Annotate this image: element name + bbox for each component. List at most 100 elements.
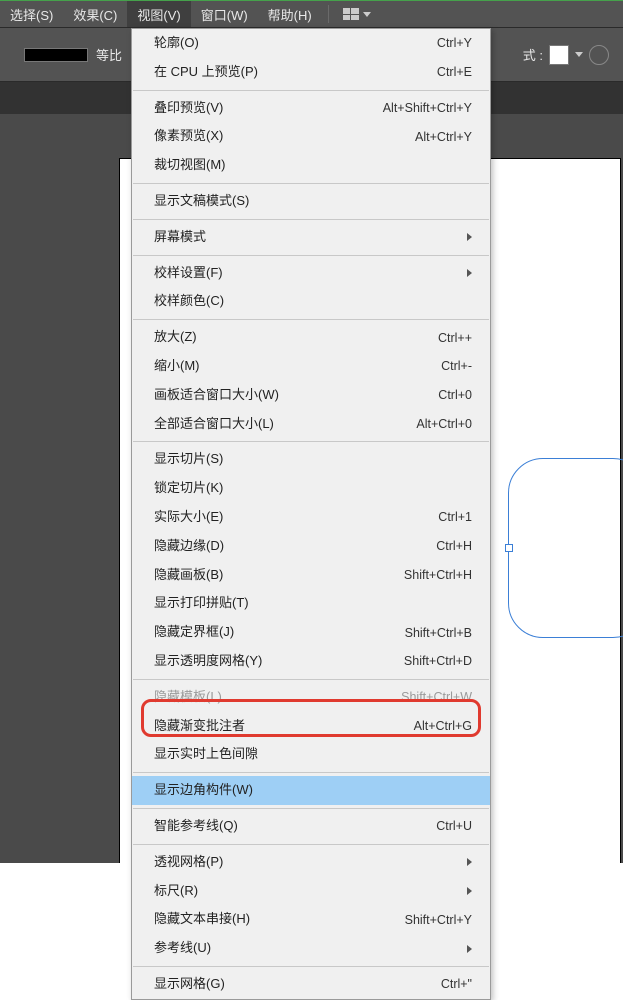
menu-item-label: 叠印预览(V): [154, 98, 223, 119]
appearance-icon[interactable]: [589, 45, 609, 65]
menu-item[interactable]: 显示切片(S): [132, 445, 490, 474]
menu-item-label: 显示文稿模式(S): [154, 191, 249, 212]
menu-item-label: 隐藏渐变批注者: [154, 716, 245, 737]
menu-item-shortcut: Ctrl+E: [437, 62, 472, 82]
menu-item[interactable]: 轮廓(O) Ctrl+Y: [132, 29, 490, 58]
view-menu-dropdown: 轮廓(O) Ctrl+Y 在 CPU 上预览(P) Ctrl+E 叠印预览(V) Alt+…: [131, 28, 491, 1000]
menu-item[interactable]: 缩小(M) Ctrl+-: [132, 352, 490, 381]
menu-item-label: 隐藏画板(B): [154, 565, 223, 586]
menu-item[interactable]: 裁切视图(M): [132, 151, 490, 180]
menu-item-label: 隐藏边缘(D): [154, 536, 224, 557]
menu-select[interactable]: 选择(S): [0, 1, 63, 27]
menu-item[interactable]: 显示文稿模式(S): [132, 187, 490, 216]
menu-effect[interactable]: 效果(C): [63, 1, 127, 27]
menu-item[interactable]: 锁定切片(K): [132, 474, 490, 503]
menu-item[interactable]: 屏幕模式: [132, 223, 490, 252]
menu-separator: [133, 966, 489, 967]
menu-item-label: 标尺(R): [154, 881, 198, 902]
fill-swatch[interactable]: [549, 45, 569, 65]
menu-separator: [133, 183, 489, 184]
menu-item-label: 像素预览(X): [154, 126, 223, 147]
submenu-arrow-icon: [467, 858, 472, 866]
menu-help[interactable]: 帮助(H): [258, 1, 322, 27]
menu-item[interactable]: 实际大小(E)Ctrl+1: [132, 503, 490, 532]
menu-separator: [133, 772, 489, 773]
menu-item-label: 屏幕模式: [154, 227, 206, 248]
menu-item-label: 显示透明度网格(Y): [154, 651, 262, 672]
menu-item-shortcut: Shift+Ctrl+H: [404, 565, 472, 585]
menu-item-shortcut: Ctrl+-: [441, 356, 472, 376]
menu-item[interactable]: 标尺(R): [132, 877, 490, 906]
menu-item[interactable]: 隐藏画板(B) Shift+Ctrl+H: [132, 561, 490, 590]
menu-item-label: 校样颜色(C): [154, 291, 224, 312]
menu-separator: [133, 679, 489, 680]
layout-switcher[interactable]: [335, 8, 379, 20]
menu-item[interactable]: 放大(Z) Ctrl++: [132, 323, 490, 352]
menu-item-shortcut: Shift+Ctrl+B: [405, 623, 472, 643]
style-label: 式 :: [523, 45, 543, 64]
menu-item-shortcut: Alt+Ctrl+0: [416, 414, 472, 434]
menu-view[interactable]: 视图(V): [127, 1, 190, 27]
menu-item-shortcut: Alt+Ctrl+Y: [415, 127, 472, 147]
menu-separator: [133, 219, 489, 220]
menu-item[interactable]: 校样颜色(C): [132, 287, 490, 316]
menu-item-label: 放大(Z): [154, 327, 197, 348]
menu-item[interactable]: 隐藏边缘(D) Ctrl+H: [132, 532, 490, 561]
menu-item-shortcut: Ctrl++: [438, 328, 472, 348]
menu-item-label: 全部适合窗口大小(L): [154, 414, 274, 435]
menu-item-shortcut: Alt+Shift+Ctrl+Y: [383, 98, 472, 118]
menu-item-label: 缩小(M): [154, 356, 200, 377]
chevron-down-icon[interactable]: [575, 52, 583, 57]
menu-item-shortcut: Ctrl+U: [436, 816, 472, 836]
menu-item-shortcut: Shift+Ctrl+Y: [405, 910, 472, 930]
menu-separator: [133, 808, 489, 809]
menu-item-label: 显示边角构件(W): [154, 780, 253, 801]
menu-item-label: 显示打印拼贴(T): [154, 593, 249, 614]
grid-icon: [343, 8, 359, 20]
menu-item-shortcut: Alt+Ctrl+G: [414, 716, 472, 736]
menu-item[interactable]: 显示实时上色间隙: [132, 740, 490, 769]
menu-item-label: 智能参考线(Q): [154, 816, 238, 837]
menu-item[interactable]: 叠印预览(V) Alt+Shift+Ctrl+Y: [132, 94, 490, 123]
menu-item[interactable]: 显示网格(G) Ctrl+": [132, 970, 490, 999]
selected-shape[interactable]: [508, 458, 623, 638]
menu-item-label: 隐藏文本串接(H): [154, 909, 250, 930]
menu-item-label: 显示网格(G): [154, 974, 225, 995]
menu-item-label: 显示切片(S): [154, 449, 223, 470]
menu-item[interactable]: 透视网格(P): [132, 848, 490, 877]
menu-item[interactable]: 隐藏文本串接(H) Shift+Ctrl+Y: [132, 905, 490, 934]
menu-item[interactable]: 隐藏定界框(J)Shift+Ctrl+B: [132, 618, 490, 647]
menu-separator: [133, 255, 489, 256]
menu-item[interactable]: 显示打印拼贴(T): [132, 589, 490, 618]
menu-item[interactable]: 隐藏渐变批注者 Alt+Ctrl+G: [132, 712, 490, 741]
menu-item-label: 画板适合窗口大小(W): [154, 385, 279, 406]
menu-item-label: 在 CPU 上预览(P): [154, 62, 258, 83]
menu-item[interactable]: 校样设置(F): [132, 259, 490, 288]
stroke-preview[interactable]: [24, 48, 88, 62]
menu-item[interactable]: 智能参考线(Q) Ctrl+U: [132, 812, 490, 841]
menu-item-label: 隐藏模板(L): [154, 687, 222, 708]
menu-item[interactable]: 显示边角构件(W): [132, 776, 490, 805]
menu-separator: [133, 844, 489, 845]
menu-separator: [133, 441, 489, 442]
menu-separator: [133, 90, 489, 91]
submenu-arrow-icon: [467, 269, 472, 277]
menu-item-label: 轮廓(O): [154, 33, 199, 54]
menu-item-shortcut: Ctrl+Y: [437, 33, 472, 53]
submenu-arrow-icon: [467, 887, 472, 895]
menu-item-label: 实际大小(E): [154, 507, 223, 528]
menu-item-shortcut: Ctrl+H: [436, 536, 472, 556]
menu-item-label: 校样设置(F): [154, 263, 223, 284]
menu-window[interactable]: 窗口(W): [191, 1, 258, 27]
menu-item[interactable]: 参考线(U): [132, 934, 490, 963]
menu-item[interactable]: 画板适合窗口大小(W) Ctrl+0: [132, 381, 490, 410]
menu-separator: [133, 319, 489, 320]
menu-item-shortcut: Ctrl+": [441, 974, 472, 994]
menu-item[interactable]: 显示透明度网格(Y) Shift+Ctrl+D: [132, 647, 490, 676]
menu-item-shortcut: Ctrl+0: [438, 385, 472, 405]
menu-item[interactable]: 在 CPU 上预览(P) Ctrl+E: [132, 58, 490, 87]
submenu-arrow-icon: [467, 945, 472, 953]
menu-item-shortcut: Shift+Ctrl+D: [404, 651, 472, 671]
menu-item[interactable]: 全部适合窗口大小(L) Alt+Ctrl+0: [132, 410, 490, 439]
menu-item[interactable]: 像素预览(X) Alt+Ctrl+Y: [132, 122, 490, 151]
